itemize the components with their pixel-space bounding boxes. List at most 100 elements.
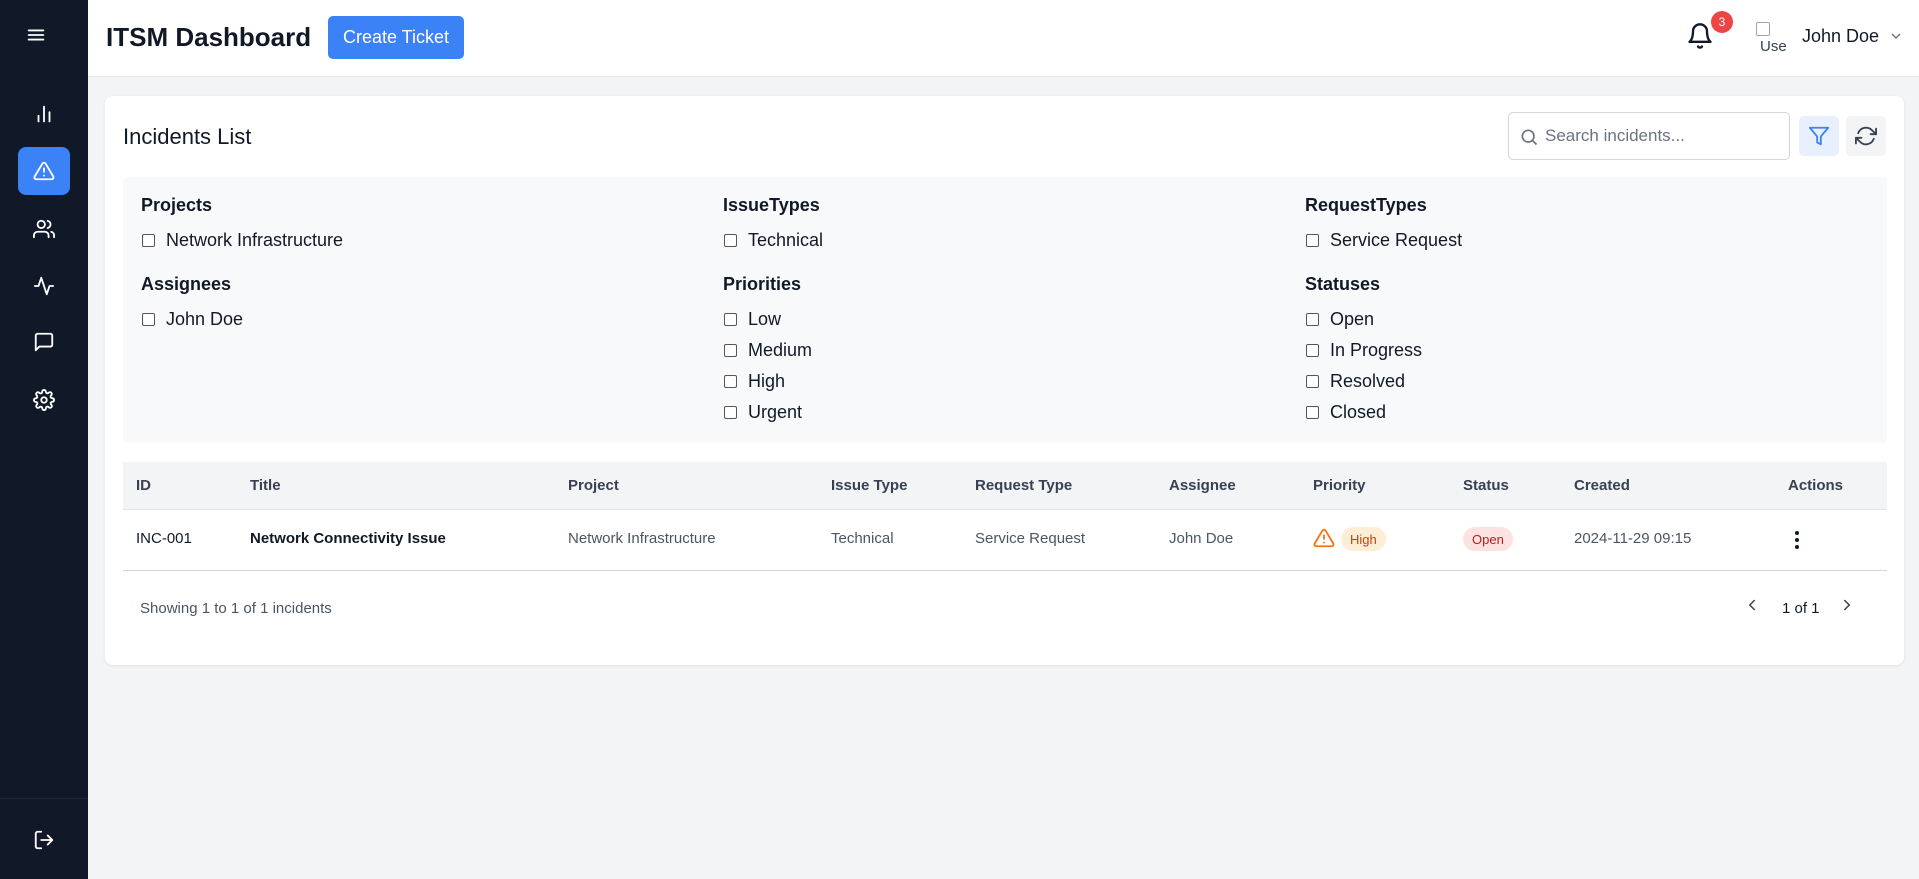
chevron-left-icon [1749, 599, 1755, 611]
column-header-created[interactable]: Created [1574, 477, 1630, 494]
filter-option-label: John Doe [166, 309, 244, 329]
filter-option[interactable]: Open [1305, 304, 1422, 335]
sidebar-item-activity[interactable] [18, 262, 70, 310]
notification-count-badge: 3 [1711, 11, 1733, 33]
checkbox[interactable] [1306, 344, 1319, 357]
next-page-button[interactable] [1838, 596, 1860, 618]
column-header-title[interactable]: Title [250, 477, 281, 494]
cell-assignee: John Doe [1169, 530, 1234, 547]
top-header: ITSM Dashboard Create Ticket 3 Use John … [88, 0, 1919, 77]
column-header-actions: Actions [1788, 477, 1844, 494]
sidebar-item-messages[interactable] [18, 318, 70, 366]
bar-chart-icon [37, 105, 51, 123]
filter-option[interactable]: In Progress [1305, 335, 1422, 366]
filter-group-request-types: RequestTypes Service Request [1305, 195, 1462, 256]
app-title: ITSM Dashboard [106, 22, 312, 52]
table-row[interactable]: INC-001 Network Connectivity Issue Netwo… [123, 510, 1887, 571]
more-vertical-icon [1795, 531, 1799, 549]
cell-issue-type: Technical [831, 530, 894, 547]
filter-heading-assignees: Assignees [141, 274, 232, 294]
logout-icon [34, 830, 54, 850]
filter-option[interactable]: John Doe [141, 304, 243, 335]
search-input[interactable] [1545, 113, 1783, 159]
sidebar [0, 0, 88, 879]
checkbox[interactable] [1306, 406, 1319, 419]
filter-group-priorities: Priorities Low Medium High Urgent [723, 274, 812, 428]
pagination-summary: Showing 1 to 1 of 1 incidents [140, 600, 332, 617]
alert-triangle-icon [33, 161, 55, 181]
row-actions-button[interactable] [1787, 528, 1807, 552]
column-header-id[interactable]: ID [136, 477, 151, 494]
filter-option-label: Resolved [1330, 371, 1406, 391]
create-ticket-button[interactable]: Create Ticket [328, 16, 464, 59]
hamburger-menu-button[interactable] [12, 0, 60, 70]
avatar-alt-text: Use [1760, 38, 1787, 54]
filter-option-label: Technical [748, 230, 824, 250]
filter-option[interactable]: Technical [723, 225, 823, 256]
filter-group-projects: Projects Network Infrastructure [141, 195, 343, 256]
filter-toggle-button[interactable] [1799, 116, 1839, 156]
filter-option[interactable]: Medium [723, 335, 812, 366]
filter-option-label: Service Request [1330, 230, 1463, 250]
filter-option[interactable]: Urgent [723, 397, 812, 428]
checkbox[interactable] [1306, 313, 1319, 326]
bell-icon [1688, 23, 1712, 49]
sidebar-item-incidents[interactable] [18, 147, 70, 195]
cell-id: INC-001 [136, 530, 192, 547]
filter-option-label: Closed [1330, 402, 1387, 422]
search-icon [1521, 129, 1538, 146]
column-header-status[interactable]: Status [1463, 477, 1509, 494]
checkbox[interactable] [724, 375, 737, 388]
column-header-issue-type[interactable]: Issue Type [831, 477, 907, 494]
user-menu-toggle[interactable] [1888, 28, 1906, 46]
filter-option[interactable]: Low [723, 304, 812, 335]
checkbox[interactable] [724, 344, 737, 357]
sidebar-item-users[interactable] [18, 205, 70, 253]
avatar[interactable]: Use [1754, 20, 1788, 54]
refresh-button[interactable] [1846, 116, 1886, 156]
sidebar-item-dashboard[interactable] [18, 90, 70, 138]
filter-option-label: Medium [748, 340, 813, 360]
filter-heading-projects: Projects [141, 195, 213, 215]
cell-created: 2024-11-29 09:15 [1574, 530, 1692, 547]
column-header-assignee[interactable]: Assignee [1169, 477, 1236, 494]
chevron-right-icon [1844, 599, 1850, 611]
broken-image-icon [1756, 22, 1770, 36]
logout-button[interactable] [18, 816, 70, 864]
previous-page-button[interactable] [1743, 596, 1765, 618]
filter-heading-priorities: Priorities [723, 274, 802, 294]
filter-option[interactable]: Network Infrastructure [141, 225, 343, 256]
page-title: Incidents List [123, 124, 252, 149]
user-name[interactable]: John Doe [1802, 26, 1879, 47]
filter-group-assignees: Assignees John Doe [141, 274, 243, 335]
filter-option-label: Low [748, 309, 782, 329]
priority-badge: High [1341, 527, 1386, 551]
column-header-priority[interactable]: Priority [1313, 477, 1366, 494]
filter-option[interactable]: High [723, 366, 812, 397]
filter-option[interactable]: Closed [1305, 397, 1422, 428]
checkbox[interactable] [1306, 375, 1319, 388]
checkbox[interactable] [142, 313, 155, 326]
checkbox[interactable] [142, 234, 155, 247]
checkbox[interactable] [1306, 234, 1319, 247]
sidebar-item-settings[interactable] [18, 376, 70, 424]
column-header-request-type[interactable]: Request Type [975, 477, 1072, 494]
checkbox[interactable] [724, 234, 737, 247]
checkbox[interactable] [724, 406, 737, 419]
cell-request-type: Service Request [975, 530, 1086, 547]
filter-heading-request-types: RequestTypes [1305, 195, 1427, 215]
checkbox[interactable] [724, 313, 737, 326]
filter-option[interactable]: Service Request [1305, 225, 1462, 256]
refresh-icon [1855, 126, 1877, 146]
status-badge: Open [1463, 527, 1513, 551]
filter-group-statuses: Statuses Open In Progress Resolved Close… [1305, 274, 1422, 428]
cell-title[interactable]: Network Connectivity Issue [250, 530, 446, 547]
column-header-project[interactable]: Project [568, 477, 619, 494]
menu-icon [27, 29, 45, 41]
alert-triangle-icon [1313, 527, 1335, 549]
users-icon [33, 219, 55, 239]
filter-heading-issue-types: IssueTypes [723, 195, 820, 215]
filter-option-label: In Progress [1330, 340, 1423, 360]
filter-option[interactable]: Resolved [1305, 366, 1422, 397]
filter-option-label: High [748, 371, 786, 391]
